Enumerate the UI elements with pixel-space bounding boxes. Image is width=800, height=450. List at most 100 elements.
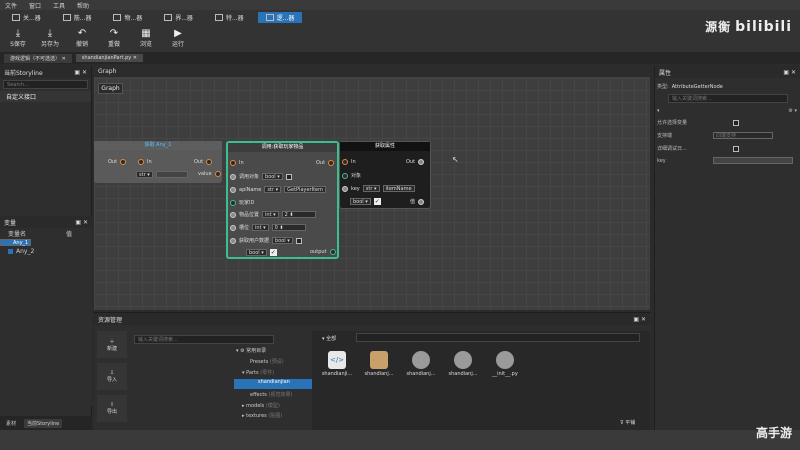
file-item[interactable]: shandianj...: [404, 351, 438, 377]
data-pin-icon[interactable]: [342, 172, 348, 179]
import-asset-button[interactable]: ⇩ 导入: [97, 363, 127, 390]
exec-pin-icon[interactable]: [120, 159, 127, 165]
tree-item[interactable]: ▸ models (模型): [242, 402, 280, 409]
tree-item[interactable]: effects (视觉效果): [250, 391, 292, 398]
editor-tab-ui[interactable]: 界...器: [156, 12, 201, 23]
type-select[interactable]: str ▾: [264, 186, 282, 193]
browse-button[interactable]: ▦ 浏览: [134, 28, 158, 48]
tree-item[interactable]: ▸ textures (贴图): [242, 412, 282, 419]
save-button[interactable]: ⤓ S保存: [6, 28, 30, 48]
filter-all[interactable]: ▾ 全部: [322, 335, 336, 342]
key-input[interactable]: [713, 157, 793, 164]
type-select[interactable]: int ▾: [262, 211, 279, 218]
data-pin-icon[interactable]: [230, 237, 236, 244]
get-attribute-node[interactable]: 获取属性 In Out 对象 key str ▾ itemName bool ▾ ✓ …: [339, 141, 431, 209]
files-search-input[interactable]: [356, 333, 640, 342]
run-button[interactable]: ▶ 运行: [166, 28, 190, 48]
properties-search-input[interactable]: 输入关键词搜索...: [668, 94, 788, 103]
file-item[interactable]: __init__.py: [488, 351, 522, 377]
type-select[interactable]: str ▾: [136, 171, 153, 178]
left-bottom-tabs: 素材 当前Storyline: [0, 416, 92, 430]
custom-interface-section[interactable]: 自定义接口: [0, 91, 91, 102]
exec-pin-icon[interactable]: [418, 159, 425, 165]
value-input[interactable]: [155, 171, 188, 178]
menu-help[interactable]: 帮助: [77, 1, 89, 10]
variable-row[interactable]: Any_1: [0, 239, 32, 246]
settings-icon[interactable]: ⚙ ▾: [788, 108, 797, 114]
file-name: shandianj...: [406, 371, 436, 377]
type-select[interactable]: bool ▾: [272, 237, 293, 244]
tree-item[interactable]: ▾ Parts (零件): [242, 369, 274, 376]
type-select[interactable]: int ▾: [252, 224, 269, 231]
export-asset-button[interactable]: ⇧ 导出: [97, 395, 127, 422]
data-pin-icon[interactable]: [230, 224, 236, 231]
key-input[interactable]: itemName: [382, 185, 415, 192]
tab-current-storyline[interactable]: 当前Storyline: [24, 418, 63, 428]
output-type-row: bool ▾ ✓: [246, 249, 277, 256]
flat-view-toggle[interactable]: ⊽ 平铺: [620, 419, 635, 426]
panel-controls-icon[interactable]: ▣ ✕: [633, 316, 646, 323]
checkbox[interactable]: [285, 173, 292, 180]
data-pin-icon[interactable]: [418, 198, 425, 205]
exec-pin-icon[interactable]: [328, 160, 335, 166]
data-pin-icon[interactable]: [230, 186, 236, 193]
redo-button[interactable]: ↷ 重做: [102, 28, 126, 48]
type-select[interactable]: bool ▾: [246, 249, 267, 256]
exec-pin-icon[interactable]: [206, 159, 213, 165]
graph-tab[interactable]: Graph: [94, 66, 650, 77]
menu-window[interactable]: 窗口: [29, 1, 41, 10]
new-asset-button[interactable]: ＋新建: [97, 331, 127, 358]
editor-tab-bone[interactable]: 筋...器: [55, 12, 100, 23]
storyline-search-input[interactable]: Search...: [3, 80, 88, 89]
api-name-input[interactable]: GetPlayerItem: [284, 186, 326, 193]
get-variable-node[interactable]: 获取 Any_1 Out In Out str ▾ value: [94, 141, 222, 183]
menu-tools[interactable]: 工具: [53, 1, 65, 10]
panel-controls-icon[interactable]: ▣ ✕: [783, 69, 796, 76]
data-pin-icon[interactable]: [214, 171, 221, 177]
checked-checkbox[interactable]: ✓: [373, 198, 381, 205]
data-pin-icon[interactable]: [329, 249, 336, 255]
exec-pin-icon[interactable]: [342, 159, 348, 165]
data-pin-icon[interactable]: [230, 173, 236, 180]
data-pin-icon[interactable]: [230, 199, 236, 206]
number-stepper[interactable]: 0 ⬍: [271, 224, 306, 231]
key-row: key str ▾ itemName: [342, 185, 415, 192]
variable-row[interactable]: Any_2: [0, 246, 92, 256]
data-pin-icon[interactable]: [342, 185, 348, 192]
support-select[interactable]: 同端支持: [713, 132, 773, 139]
tab-assets[interactable]: 素材: [6, 420, 16, 427]
editor-tab-effect[interactable]: 特...器: [207, 12, 252, 23]
number-stepper[interactable]: 2 ⬍: [281, 211, 316, 218]
type-select[interactable]: bool ▾: [262, 173, 283, 180]
undo-button[interactable]: ↶ 撤销: [70, 28, 94, 48]
collapse-icon[interactable]: ▾: [657, 108, 660, 114]
file-item[interactable]: shandianj...: [362, 351, 396, 377]
editor-tab-object[interactable]: 物...器: [105, 12, 150, 23]
exec-pin-icon[interactable]: [138, 159, 144, 165]
menu-file[interactable]: 文件: [5, 1, 17, 10]
checkbox[interactable]: [733, 119, 739, 126]
file-item[interactable]: shandianj...: [446, 351, 480, 377]
param-label: key: [351, 185, 360, 192]
checkbox[interactable]: [733, 145, 739, 152]
type-select[interactable]: bool ▾: [350, 198, 371, 205]
panel-controls-icon[interactable]: ▣ ✕: [74, 69, 87, 76]
col-value: 值: [65, 230, 72, 238]
tree-item[interactable]: ▾ ⚙ 常用目录: [236, 347, 266, 354]
file-item[interactable]: </> shandianji...: [320, 351, 354, 377]
exec-pin-icon[interactable]: [230, 160, 236, 166]
panel-controls-icon[interactable]: ▣ ✕: [75, 219, 88, 226]
editor-tab-level[interactable]: 关...器: [4, 12, 49, 23]
tree-item[interactable]: Presets (预设): [250, 358, 284, 365]
save-as-button[interactable]: ⤓ 另存为: [38, 28, 62, 48]
call-function-node[interactable]: 调用:获取玩家物品 In Out 调用对象 bool ▾ apiName str ▾…: [226, 141, 339, 259]
checkbox[interactable]: [295, 237, 302, 244]
assets-search-input[interactable]: 输入关键词搜索...: [134, 335, 274, 344]
graph-breadcrumb-button[interactable]: Graph: [98, 83, 123, 94]
type-select[interactable]: str ▾: [362, 185, 380, 192]
doc-tab-logic[interactable]: 游戏逻辑（不可选选） ✕: [4, 53, 72, 63]
editor-tab-logic[interactable]: 逻...器: [257, 11, 303, 23]
doc-tab-part[interactable]: shandianjianPart.py ✕: [75, 54, 143, 62]
data-pin-icon[interactable]: [230, 211, 236, 218]
checked-checkbox[interactable]: ✓: [269, 249, 277, 256]
